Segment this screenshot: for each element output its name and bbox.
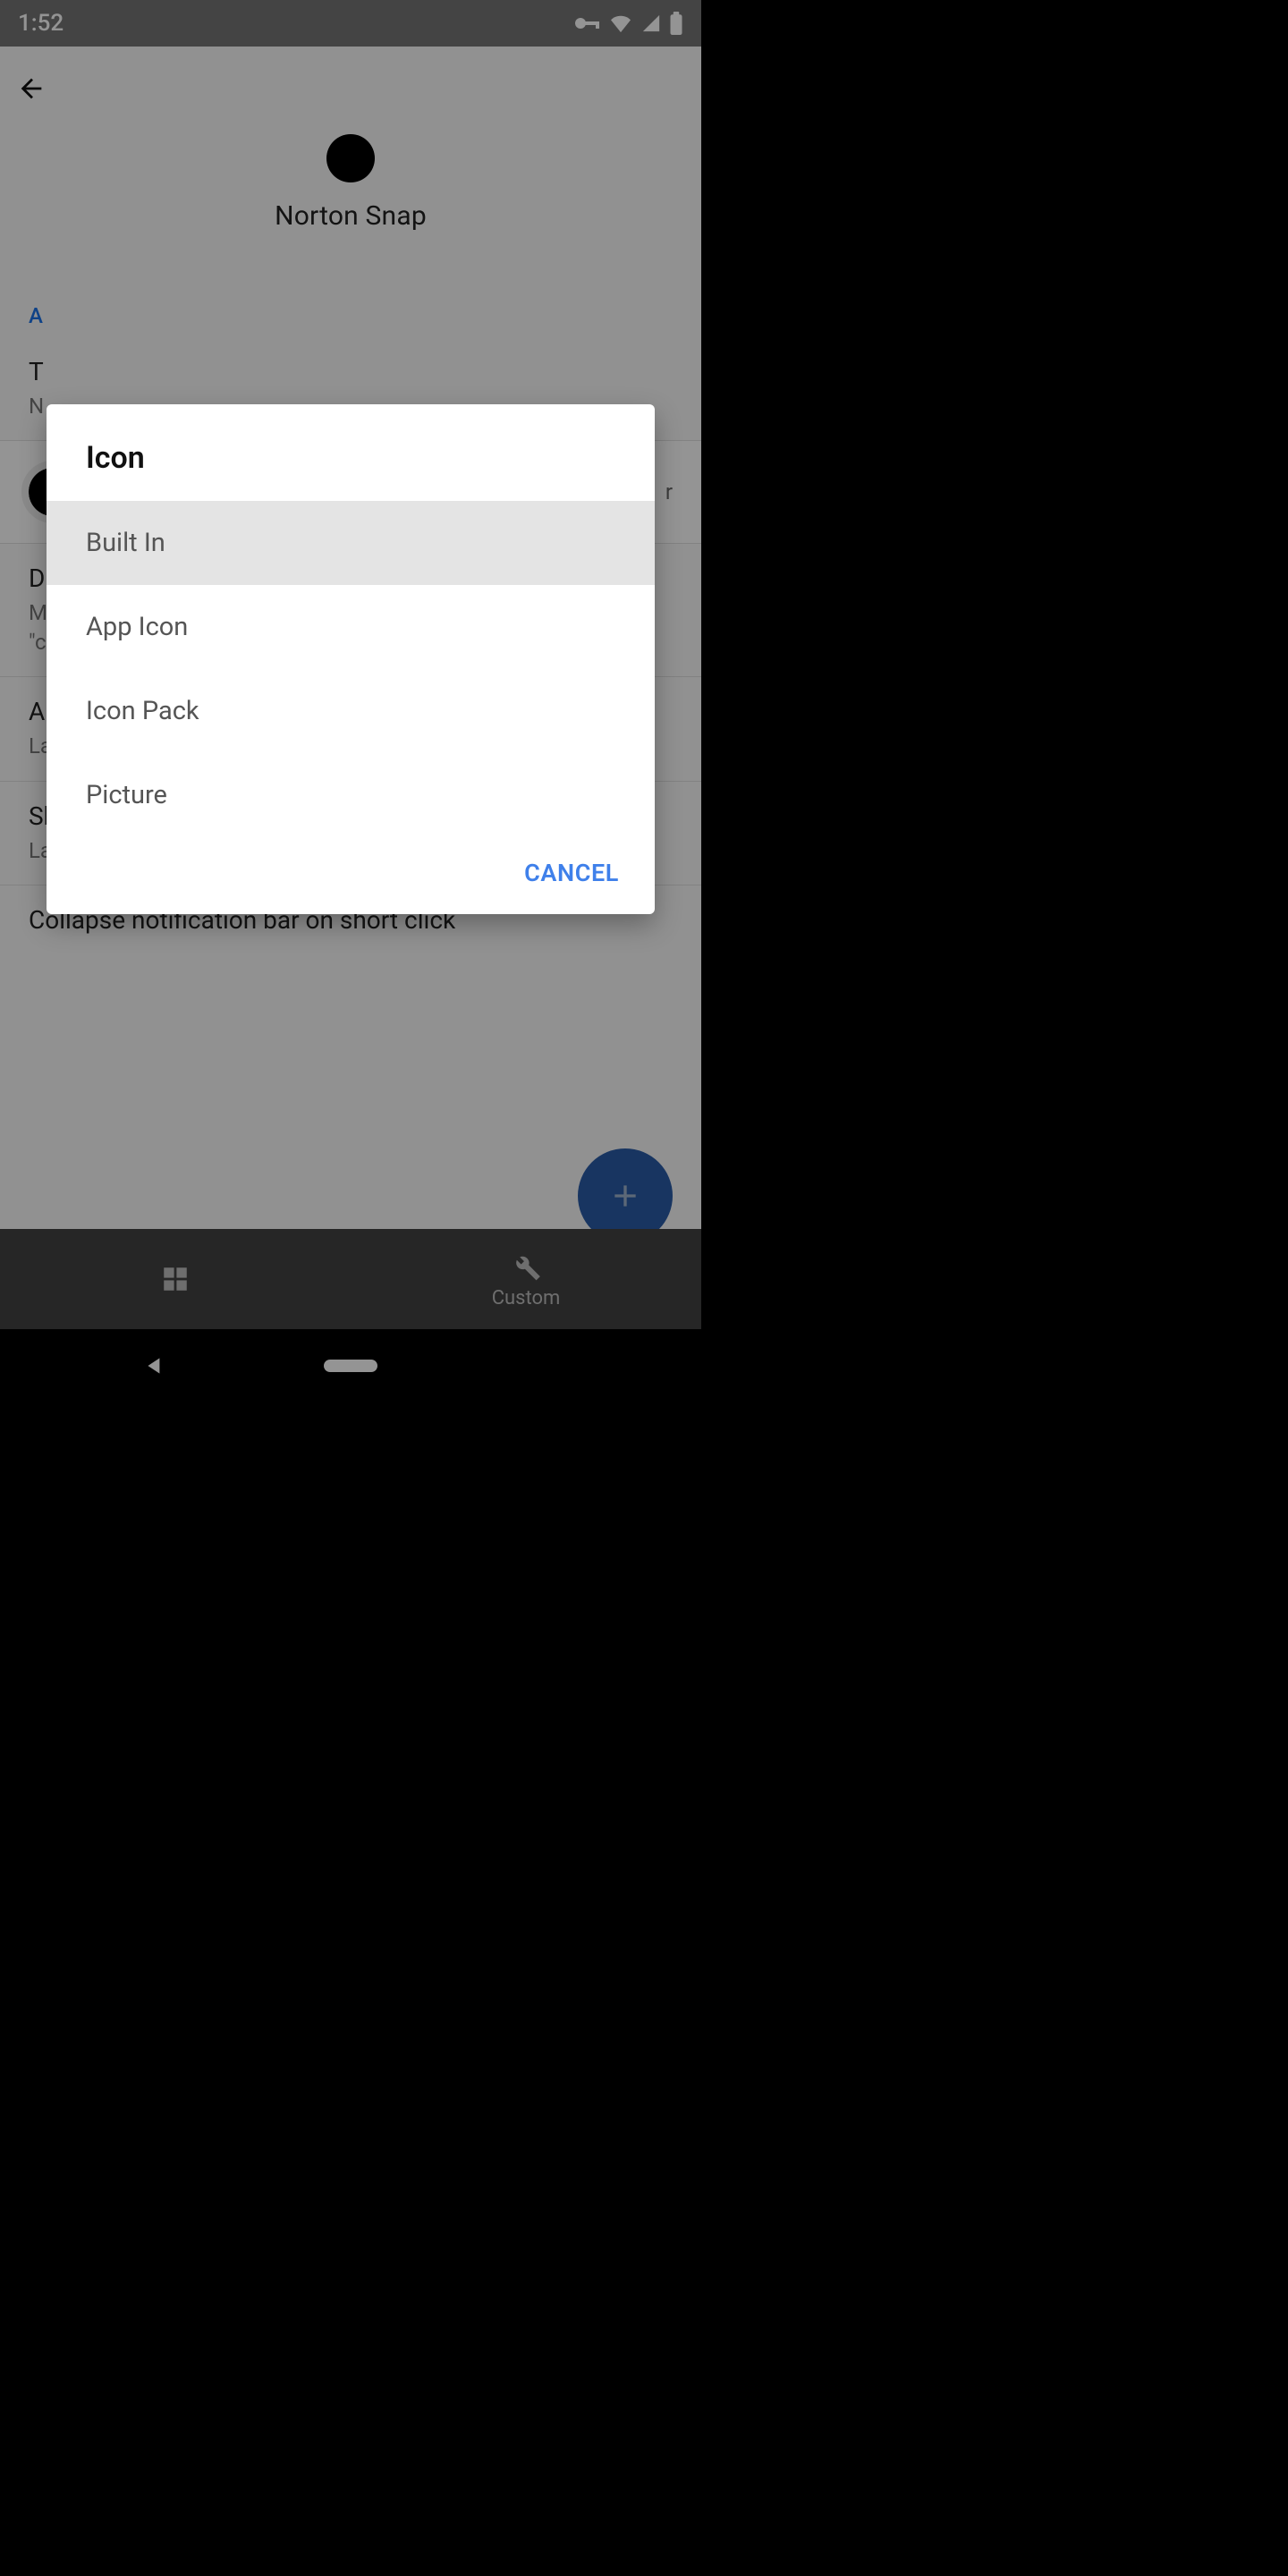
dialog-option-picture[interactable]: Picture xyxy=(47,753,655,837)
dialog-title: Icon xyxy=(47,404,655,501)
dialog-cancel-button[interactable]: CANCEL xyxy=(524,859,619,887)
dialog-option-app-icon[interactable]: App Icon xyxy=(47,585,655,669)
dialog-option-icon-pack[interactable]: Icon Pack xyxy=(47,669,655,753)
dialog-option-built-in[interactable]: Built In xyxy=(47,501,655,585)
icon-picker-dialog: Icon Built In App Icon Icon Pack Picture… xyxy=(47,404,655,914)
